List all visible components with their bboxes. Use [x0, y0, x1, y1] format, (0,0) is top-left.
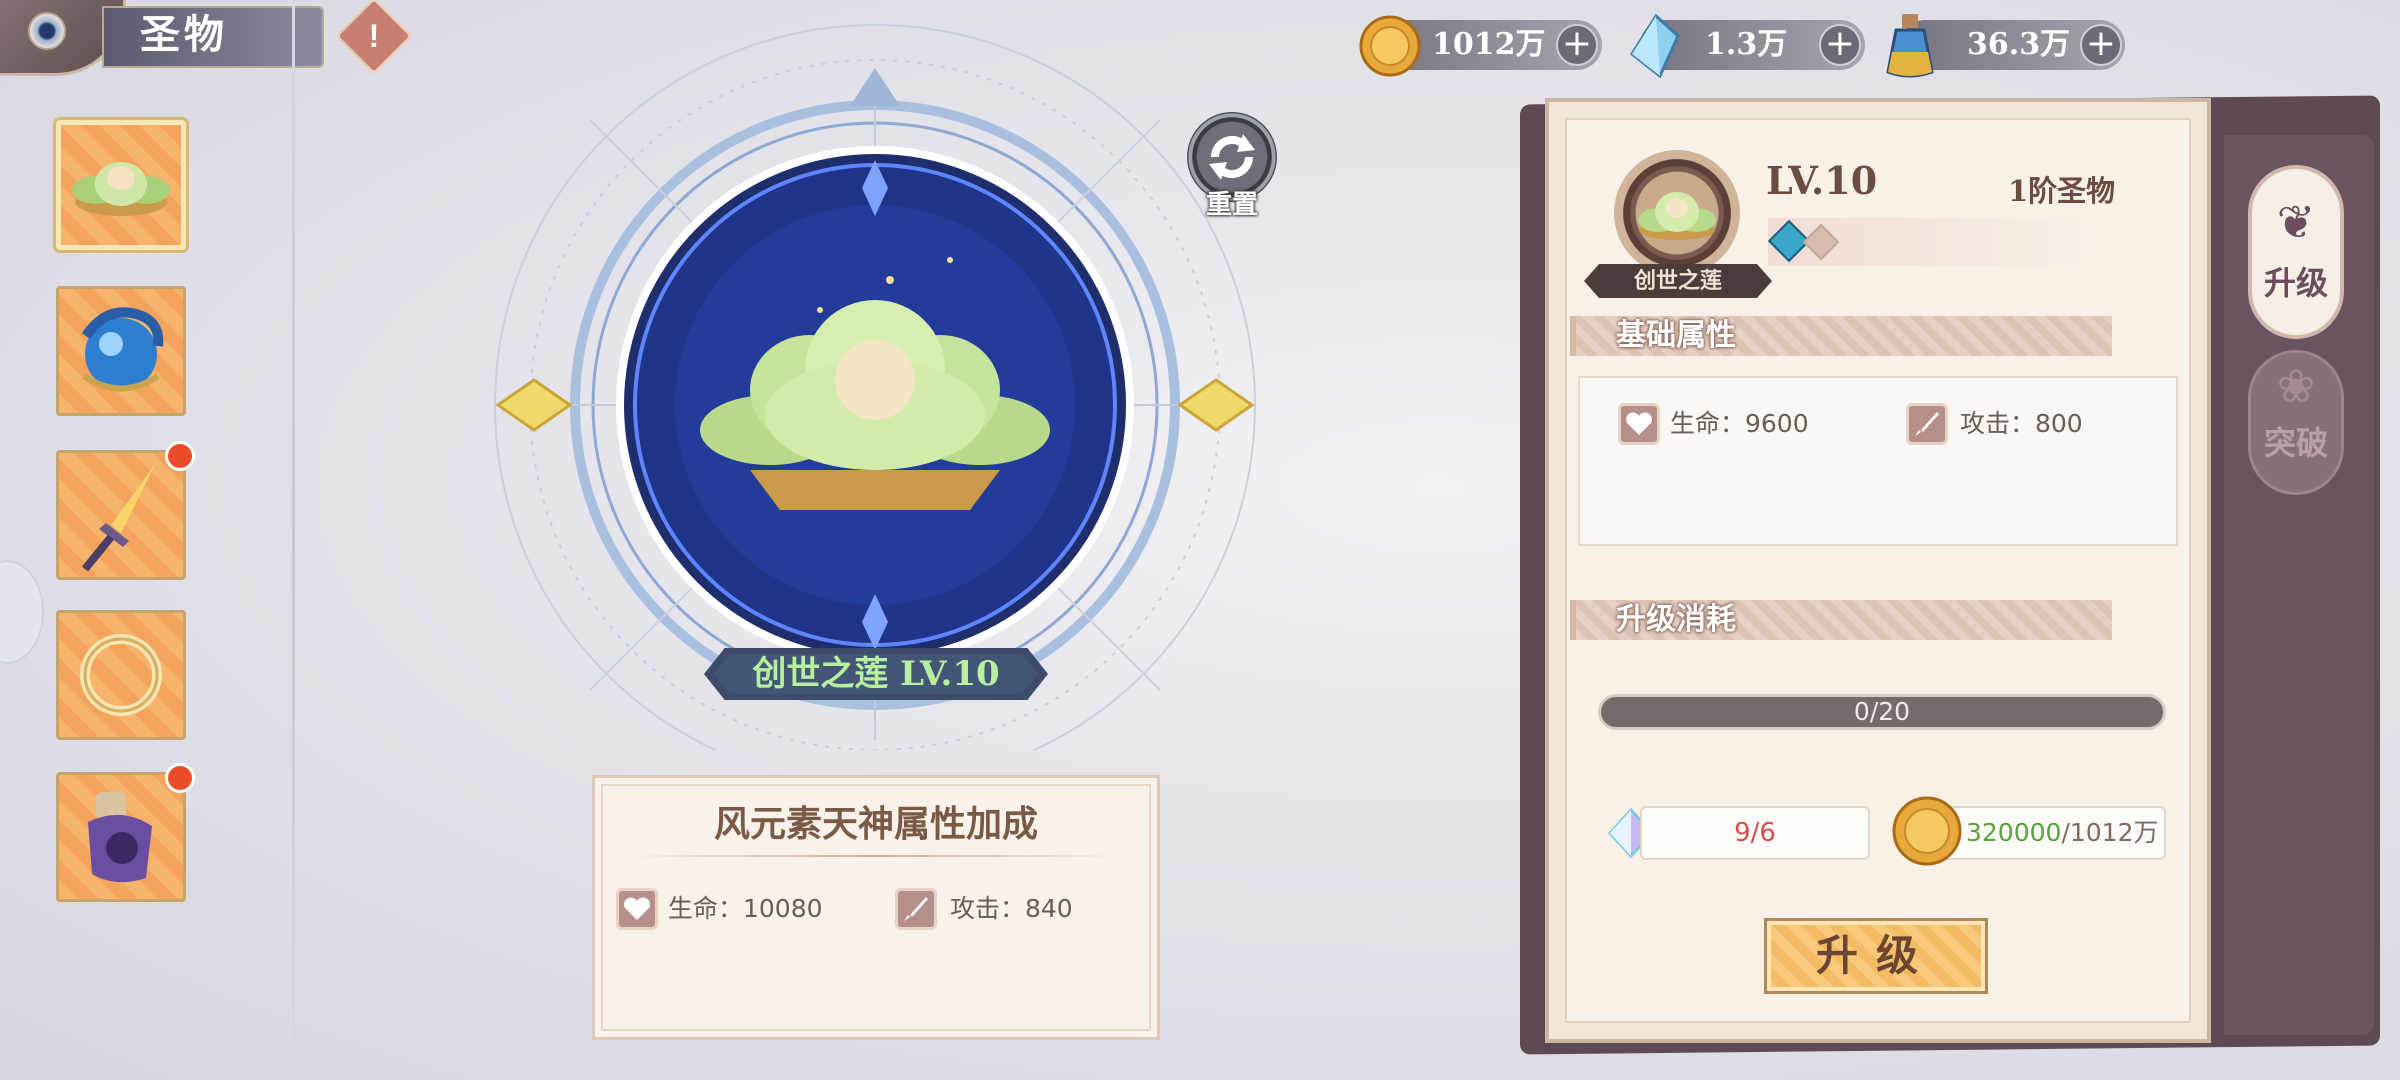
side-expand-tab[interactable] — [0, 560, 44, 664]
page-title: 圣物 — [140, 11, 228, 58]
bonus-hp: 生命：10080 — [668, 894, 823, 923]
rose-icon: ❀ — [2276, 359, 2316, 413]
crystal-cost-text: 9/6 — [1734, 818, 1776, 848]
gold-coin-icon — [1359, 15, 1421, 77]
base-atk: 攻击：800 — [1960, 409, 2083, 438]
scroll-icon — [88, 792, 152, 883]
reset-label: 重置 — [1205, 190, 1258, 220]
relic-slot-sword[interactable] — [56, 441, 195, 580]
relic-name-level: 创世之莲 LV.10 — [752, 654, 1000, 694]
exclamation-icon: ! — [368, 18, 380, 54]
sword-stat-icon — [895, 888, 937, 930]
relic-slot-purple-scroll[interactable] — [56, 763, 195, 902]
left-divider — [292, 0, 295, 1080]
base-attributes-title: 基础属性 — [1616, 318, 1736, 353]
gold-coin-icon — [1892, 796, 1962, 866]
upgrade-button-label: 升级 — [1815, 931, 1936, 980]
potion-amount: 36.3万 — [1967, 27, 2071, 62]
eye-emblem-icon — [28, 12, 66, 50]
crystal-amount: 1.3万 — [1705, 27, 1788, 62]
portrait-name: 创世之莲 — [1633, 268, 1722, 294]
exp-progress-text: 0/20 — [1853, 697, 1911, 726]
crystal-icon — [1630, 14, 1680, 78]
bonus-divider — [625, 855, 1125, 857]
level-text: LV.10 — [1766, 158, 1878, 203]
notice-dot — [165, 763, 195, 793]
upgrade-cost-title: 升级消耗 — [1616, 602, 1736, 637]
base-attributes-box — [1578, 376, 2178, 546]
heart-icon — [616, 888, 658, 930]
relic-circle-display — [494, 24, 1256, 750]
relic-slot-ring[interactable] — [56, 610, 186, 740]
tab-upgrade-label: 升级 — [2263, 264, 2328, 302]
dragon-orb-icon — [81, 307, 164, 392]
gold-cost-owned: /1012万 — [2061, 818, 2159, 847]
bonus-atk: 攻击：840 — [950, 894, 1073, 923]
relic-slot-dragon-orb[interactable] — [56, 286, 186, 416]
tab-breakthrough-label: 突破 — [2263, 424, 2328, 462]
base-hp: 生命：9600 — [1670, 409, 1809, 438]
add-potion-button[interactable]: + — [2080, 24, 2122, 66]
notice-dot — [165, 441, 195, 471]
heart-icon — [1618, 403, 1660, 445]
tier-text: 1阶圣物 — [2008, 174, 2116, 208]
lotus-icon — [1638, 192, 1716, 240]
sword-stat-icon — [1906, 403, 1948, 445]
gold-cost-text: 320000/1012万 — [1966, 806, 2164, 860]
ring-icon — [80, 634, 162, 716]
add-gold-button[interactable]: + — [1556, 24, 1598, 66]
gold-amount: 1012万 — [1432, 27, 1546, 62]
add-crystal-button[interactable]: + — [1819, 24, 1861, 66]
lotus-icon — [72, 162, 170, 216]
tab-upgrade[interactable] — [2248, 165, 2344, 339]
gold-cost-required: 320000 — [1966, 818, 2062, 847]
title-bar: 圣物 — [0, 0, 330, 76]
relic-portrait — [1614, 150, 1740, 276]
potion-icon — [1886, 14, 1934, 78]
sword-icon — [81, 463, 156, 572]
relic-slot-lotus[interactable] — [56, 120, 186, 250]
flower-crown-icon: ❦ — [2276, 195, 2316, 249]
element-bonus-title: 风元素天神属性加成 — [713, 803, 1038, 845]
